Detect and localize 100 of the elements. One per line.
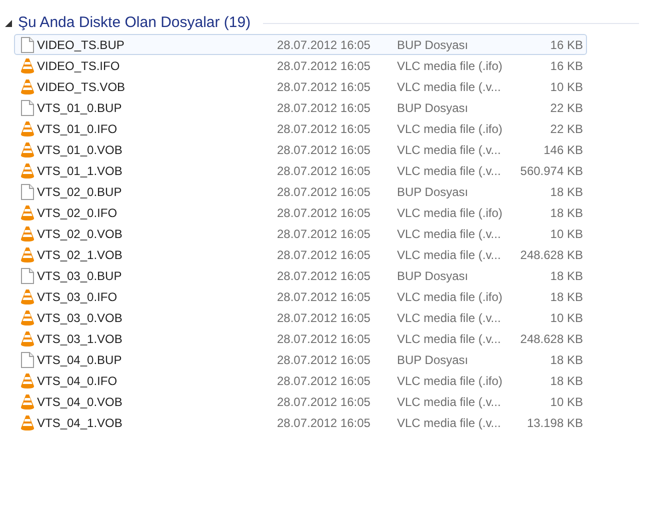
file-type: BUP Dosyası [397,268,470,284]
file-size: 10 KB [549,394,584,410]
file-date: 28.07.2012 16:05 [277,330,372,348]
file-size: 16 KB [549,58,584,74]
file-type: VLC media file (.v... [397,226,502,242]
file-row[interactable]: VTS_04_0.VOB 28.07.2012 16:05 VLC media file (.v... 10 KB [14,391,587,412]
traffic-cone-icon [20,330,35,346]
file-size: 22 KB [549,120,584,138]
file-name: VTS_02_0.VOB [37,226,124,242]
file-row[interactable]: VTS_04_0.BUP 28.07.2012 16:05 BUP Dosyası 18 KB [14,349,587,370]
file-name: VIDEO_TS.VOB [37,78,126,96]
file-type: VLC media file (.ifo) [397,58,504,74]
file-row[interactable]: VTS_01_1.VOB 28.07.2012 16:05 VLC media file (.v... 560.974 KB [14,160,587,181]
file-size: 18 KB [549,372,584,390]
file-date: 28.07.2012 16:05 [277,288,372,306]
file-type: VLC media file (.v... [397,414,502,432]
file-size: 10 KB [549,226,584,242]
traffic-cone-icon [20,78,35,94]
traffic-cone-icon [20,204,35,220]
file-date: 28.07.2012 16:05 [277,352,372,368]
file-row[interactable]: VTS_03_0.IFO 28.07.2012 16:05 VLC media file (.ifo) 18 KB [14,286,587,307]
file-type: VLC media file (.v... [397,162,502,180]
traffic-cone-icon [20,372,35,388]
file-type: BUP Dosyası [397,36,470,54]
file-name: VTS_03_0.IFO [37,288,118,306]
file-size: 18 KB [549,184,584,200]
file-size: 10 KB [549,310,584,326]
file-type: VLC media file (.ifo) [397,120,504,138]
file-name: VTS_01_1.VOB [37,162,124,180]
file-row[interactable]: VIDEO_TS.IFO 28.07.2012 16:05 VLC media file (.ifo) 16 KB [14,55,587,76]
file-name: VTS_02_0.BUP [37,184,123,200]
file-date: 28.07.2012 16:05 [277,204,372,222]
file-row[interactable]: VTS_02_0.VOB 28.07.2012 16:05 VLC media file (.v... 10 KB [14,223,587,244]
file-type: VLC media file (.ifo) [397,288,504,306]
file-date: 28.07.2012 16:05 [277,162,372,180]
file-size: 248.628 KB [519,330,584,348]
collapse-icon[interactable] [5,20,12,26]
file-type: VLC media file (.v... [397,394,502,410]
file-name: VTS_01_0.IFO [37,120,118,138]
file-size: 16 KB [549,36,584,54]
file-date: 28.07.2012 16:05 [277,36,372,54]
file-date: 28.07.2012 16:05 [277,246,372,264]
file-size: 248.628 KB [519,246,584,264]
file-row[interactable]: VTS_01_0.BUP 28.07.2012 16:05 BUP Dosyası 22 KB [14,97,587,118]
file-name: VTS_04_1.VOB [37,414,124,432]
file-size: 18 KB [549,288,584,306]
file-name: VTS_02_0.IFO [37,204,118,222]
file-row[interactable]: VTS_02_1.VOB 28.07.2012 16:05 VLC media file (.v... 248.628 KB [14,244,587,265]
file-row[interactable]: VTS_03_0.BUP 28.07.2012 16:05 BUP Dosyası 18 KB [14,265,587,286]
file-row[interactable]: VIDEO_TS.BUP 28.07.2012 16:05 BUP Dosyası 16 KB [14,34,587,55]
group-title[interactable]: Şu Anda Diskte Olan Dosyalar (19) [18,12,251,34]
file-row[interactable]: VTS_03_1.VOB 28.07.2012 16:05 VLC media file (.v... 248.628 KB [14,328,587,349]
file-name: VTS_04_0.IFO [37,372,118,390]
file-date: 28.07.2012 16:05 [277,310,372,326]
file-row[interactable]: VTS_02_0.BUP 28.07.2012 16:05 BUP Dosyası 18 KB [14,181,587,202]
document-icon [21,184,34,200]
file-size: 13.198 KB [526,414,584,432]
file-name: VTS_03_0.VOB [37,310,124,326]
file-type: VLC media file (.v... [397,330,502,348]
file-size: 18 KB [549,268,584,284]
traffic-cone-icon [20,120,35,136]
file-type: BUP Dosyası [397,100,470,116]
file-name: VTS_04_0.VOB [37,394,124,410]
file-type: VLC media file (.v... [397,246,502,264]
file-name: VTS_03_1.VOB [37,330,124,348]
file-name: VTS_02_1.VOB [37,246,124,264]
traffic-cone-icon [20,310,35,326]
file-row[interactable]: VTS_01_0.VOB 28.07.2012 16:05 VLC media file (.v... 146 KB [14,139,587,160]
file-row[interactable]: VTS_01_0.IFO 28.07.2012 16:05 VLC media file (.ifo) 22 KB [14,118,587,139]
file-size: 18 KB [549,204,584,222]
file-size: 560.974 KB [519,162,584,180]
file-date: 28.07.2012 16:05 [277,414,372,432]
file-name: VTS_01_0.VOB [37,142,124,158]
file-date: 28.07.2012 16:05 [277,58,372,74]
document-icon [21,268,34,284]
file-type: VLC media file (.v... [397,310,502,326]
file-type: BUP Dosyası [397,184,470,200]
file-date: 28.07.2012 16:05 [277,78,372,96]
file-date: 28.07.2012 16:05 [277,184,372,200]
file-size: 22 KB [549,100,584,116]
file-date: 28.07.2012 16:05 [277,394,372,410]
document-icon [21,100,34,116]
document-icon [21,36,34,52]
traffic-cone-icon [20,142,35,158]
traffic-cone-icon [20,226,35,242]
file-name: VTS_04_0.BUP [37,352,123,368]
file-row[interactable]: VIDEO_TS.VOB 28.07.2012 16:05 VLC media file (.v... 10 KB [14,76,587,97]
document-icon [21,352,34,368]
file-date: 28.07.2012 16:05 [277,268,372,284]
file-row[interactable]: VTS_03_0.VOB 28.07.2012 16:05 VLC media file (.v... 10 KB [14,307,587,328]
file-size: 10 KB [549,78,584,96]
file-size: 18 KB [549,352,584,368]
file-type: BUP Dosyası [397,352,470,368]
file-row[interactable]: VTS_02_0.IFO 28.07.2012 16:05 VLC media file (.ifo) 18 KB [14,202,587,223]
traffic-cone-icon [20,246,35,262]
file-date: 28.07.2012 16:05 [277,372,372,390]
file-type: VLC media file (.ifo) [397,372,504,390]
file-row[interactable]: VTS_04_1.VOB 28.07.2012 16:05 VLC media file (.v... 13.198 KB [14,412,587,433]
file-row[interactable]: VTS_04_0.IFO 28.07.2012 16:05 VLC media file (.ifo) 18 KB [14,370,587,391]
file-date: 28.07.2012 16:05 [277,226,372,242]
